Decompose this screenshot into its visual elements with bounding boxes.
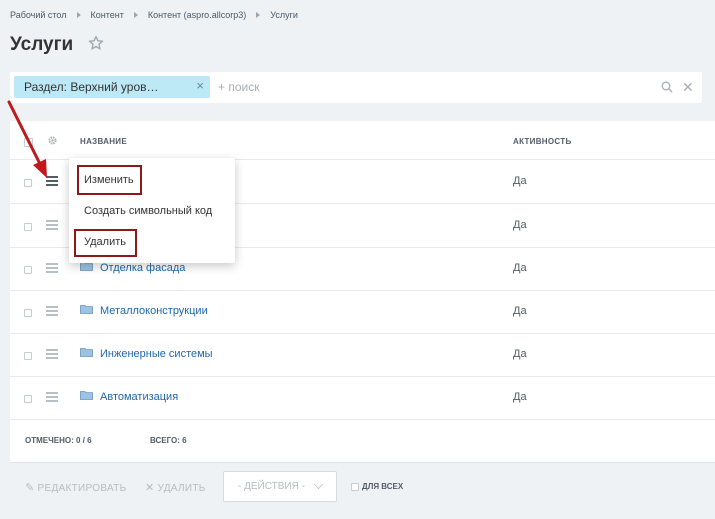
pencil-icon: ✎ (25, 482, 35, 494)
filter-search-bar[interactable]: Раздел: Верхний уров… × + поиск ✕ (10, 72, 702, 103)
page-title: Услуги (10, 34, 74, 55)
row-context-menu: Изменить Создать символьный код Удалить (69, 158, 235, 263)
hamburger-icon[interactable] (46, 176, 58, 186)
row-activity: Да (513, 348, 527, 360)
row-checkbox[interactable] (24, 266, 32, 274)
breadcrumb-separator-icon (256, 12, 261, 18)
close-icon: ✕ (145, 482, 155, 494)
grid-header: НАЗВАНИЕ АКТИВНОСТЬ (10, 121, 715, 160)
breadcrumb-item-services[interactable]: Услуги (270, 10, 298, 20)
breadcrumb-item-desktop[interactable]: Рабочий стол (10, 10, 67, 20)
highlight-box-edit (77, 165, 142, 195)
breadcrumb: Рабочий стол Контент Контент (aspro.allc… (10, 10, 298, 20)
column-header-activity[interactable]: АКТИВНОСТЬ (513, 137, 572, 146)
row-checkbox[interactable] (24, 352, 32, 360)
delete-button-label: УДАЛИТЬ (157, 483, 206, 494)
row-activity: Да (513, 219, 527, 231)
edit-button-label: РЕДАКТИРОВАТЬ (37, 483, 127, 494)
row-activity: Да (513, 262, 527, 274)
breadcrumb-item-content[interactable]: Контент (91, 10, 124, 20)
gear-icon[interactable] (47, 135, 58, 146)
breadcrumb-separator-icon (133, 12, 138, 18)
folder-icon (80, 305, 93, 314)
hamburger-icon[interactable] (46, 349, 58, 359)
actions-select[interactable]: - ДЕЙСТВИЯ - (223, 471, 337, 502)
edit-button[interactable]: ✎ РЕДАКТИРОВАТЬ (25, 481, 126, 494)
total-count: ВСЕГО: 6 (150, 436, 187, 445)
table-row[interactable]: Инженерные системы Да (10, 333, 715, 377)
select-all-checkbox[interactable] (24, 138, 33, 147)
search-input[interactable]: + поиск (218, 80, 259, 94)
action-panel: ✎ РЕДАКТИРОВАТЬ ✕ УДАЛИТЬ - ДЕЙСТВИЯ - ДЛЯ… (10, 462, 715, 510)
hamburger-icon[interactable] (46, 306, 58, 316)
breadcrumb-item-content-aspro[interactable]: Контент (aspro.allcorp3) (148, 10, 246, 20)
star-icon[interactable] (88, 35, 104, 51)
hamburger-icon[interactable] (46, 392, 58, 402)
grid-footer: ОТМЕЧЕНО: 0 / 6 ВСЕГО: 6 (10, 421, 715, 461)
filter-chip-label: Раздел: Верхний уров… (24, 80, 159, 94)
selected-count: ОТМЕЧЕНО: 0 / 6 (25, 436, 92, 445)
table-row[interactable]: Автоматизация Да (10, 376, 715, 420)
row-name[interactable]: Инженерные системы (100, 348, 213, 360)
delete-button[interactable]: ✕ УДАЛИТЬ (145, 481, 206, 494)
column-header-name[interactable]: НАЗВАНИЕ (80, 137, 127, 146)
hamburger-icon[interactable] (46, 220, 58, 230)
breadcrumb-separator-icon (76, 12, 81, 18)
folder-icon (80, 391, 93, 400)
row-name[interactable]: Отделка фасада (100, 262, 185, 274)
row-checkbox[interactable] (24, 179, 32, 187)
row-checkbox[interactable] (24, 309, 32, 317)
for-all-label[interactable]: ДЛЯ ВСЕХ (362, 482, 403, 491)
close-icon[interactable]: × (196, 78, 204, 93)
chevron-down-icon (314, 480, 323, 489)
highlight-box-delete (74, 229, 137, 257)
row-checkbox[interactable] (24, 223, 32, 231)
for-all-checkbox[interactable] (351, 483, 359, 491)
actions-select-value: - ДЕЙСТВИЯ - (238, 481, 305, 492)
menu-item-create-code[interactable]: Создать символьный код (84, 205, 212, 217)
row-activity: Да (513, 305, 527, 317)
hamburger-icon[interactable] (46, 263, 58, 273)
search-icon[interactable] (661, 81, 673, 93)
row-activity: Да (513, 175, 527, 187)
filter-chip-section[interactable]: Раздел: Верхний уров… × (14, 76, 210, 98)
row-checkbox[interactable] (24, 395, 32, 403)
row-activity: Да (513, 391, 527, 403)
row-name[interactable]: Металлоконструкции (100, 305, 208, 317)
clear-search-icon[interactable]: ✕ (682, 79, 694, 96)
folder-icon (80, 348, 93, 357)
table-row[interactable]: Металлоконструкции Да (10, 290, 715, 334)
row-name[interactable]: Автоматизация (100, 391, 178, 403)
